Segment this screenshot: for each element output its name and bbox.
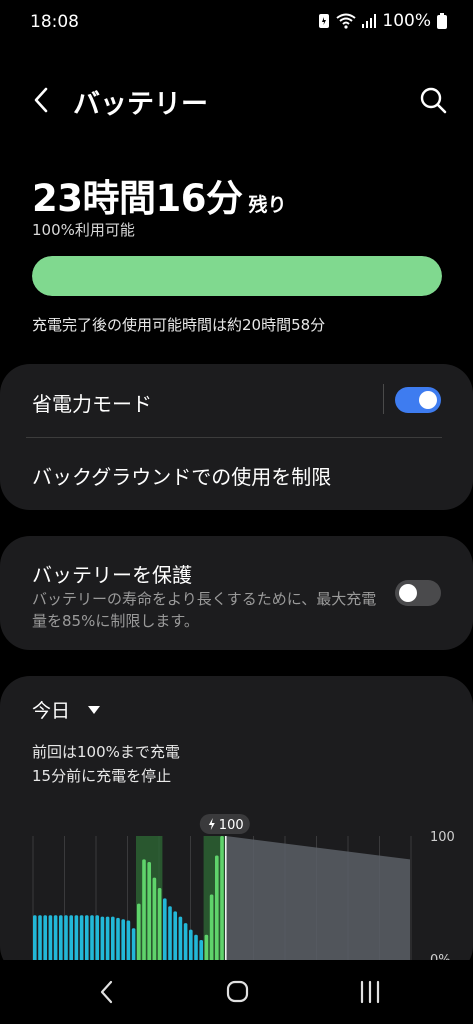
chart-bar: [215, 855, 219, 966]
toggle-knob: [419, 391, 437, 409]
divider: [383, 384, 384, 414]
power-saving-label[interactable]: 省電力モード: [32, 388, 152, 417]
header: バッテリー: [0, 72, 473, 128]
navigation-bar: [0, 960, 473, 1024]
battery-usage-chart: 1001000%: [32, 814, 455, 968]
charge-badge-value: 100: [219, 818, 244, 833]
protect-battery-toggle[interactable]: [395, 580, 441, 606]
power-settings-card: 省電力モード バックグラウンドでの使用を制限: [0, 364, 473, 510]
chart-bar: [137, 903, 141, 966]
chart-bar: [142, 859, 146, 966]
remaining-time: 23時間16分: [32, 177, 243, 220]
chart-bar: [43, 915, 47, 966]
chart-bar: [178, 916, 183, 966]
chart-bar: [220, 836, 224, 966]
notification-icon: [319, 14, 330, 28]
chart-bar: [59, 915, 63, 966]
signal-icon: [362, 14, 377, 28]
chart-bar: [64, 915, 68, 966]
recents-icon: [360, 980, 380, 1004]
charge-info: 充電完了後の使用可能時間は約20時間58分: [32, 316, 326, 334]
divider: [26, 437, 442, 438]
chart-bar: [163, 898, 167, 966]
chart-bar: [95, 915, 99, 966]
status-icons: 100%: [318, 11, 447, 31]
home-icon: [226, 980, 249, 1003]
chart-bar: [90, 915, 94, 966]
chart-bar: [209, 894, 214, 966]
chevron-left-icon: [34, 87, 48, 113]
chart-bar: [147, 862, 151, 966]
chart-bar: [33, 915, 37, 966]
chart-bar: [152, 877, 157, 966]
page-title: バッテリー: [73, 89, 208, 120]
battery-icon: [437, 13, 447, 29]
battery-level-bar: [32, 256, 442, 296]
chart-bar: [173, 911, 177, 966]
protect-battery-label[interactable]: バッテリーを保護: [32, 559, 192, 588]
chart-bar: [105, 916, 110, 966]
chart-bar: [168, 906, 172, 966]
battery-percent: 100%: [382, 11, 431, 31]
chart-bar: [53, 915, 58, 966]
status-time: 18:08: [30, 12, 79, 32]
chart-bar: [69, 915, 73, 966]
chart-bar: [74, 915, 79, 966]
remaining-time-display: 23時間16分 残り: [32, 168, 287, 222]
back-button[interactable]: [26, 84, 58, 116]
nav-recents-button[interactable]: [350, 976, 390, 1008]
power-saving-toggle[interactable]: [395, 387, 441, 413]
chart-bar: [121, 919, 125, 966]
nav-back-button[interactable]: [88, 976, 128, 1008]
chart-bar: [157, 888, 162, 966]
chart-bar: [111, 916, 115, 966]
chart-bar: [100, 916, 105, 966]
status-bar: 18:08 100%: [0, 0, 473, 44]
search-button[interactable]: [417, 84, 449, 116]
battery-level-fill: [32, 256, 442, 296]
toggle-knob: [399, 584, 417, 602]
background-limit-item[interactable]: バックグラウンドでの使用を制限: [32, 461, 331, 490]
chart-bar: [116, 917, 120, 966]
available-percent: 100%利用可能: [32, 221, 135, 239]
nav-home-button[interactable]: [217, 976, 257, 1008]
protect-battery-description: バッテリーの寿命をより長くするために、最大充電量を85%に制限します。: [32, 590, 377, 630]
chart-bar: [79, 915, 84, 966]
chart-bar: [85, 915, 89, 966]
back-icon: [100, 980, 113, 1004]
y-axis-top-label: 100: [430, 830, 455, 845]
wifi-icon: [336, 13, 357, 29]
remaining-suffix: 残り: [248, 194, 287, 216]
chart-bar: [38, 915, 42, 966]
prediction-area: [225, 836, 410, 966]
search-icon: [420, 87, 447, 114]
chart-bar: [48, 915, 53, 966]
protect-battery-card[interactable]: バッテリーを保護 バッテリーの寿命をより長くするために、最大充電量を85%に制限…: [0, 536, 473, 650]
usage-card: 今日 前回は100%まで充電 15分前に充電を停止 1001000%: [0, 676, 473, 976]
